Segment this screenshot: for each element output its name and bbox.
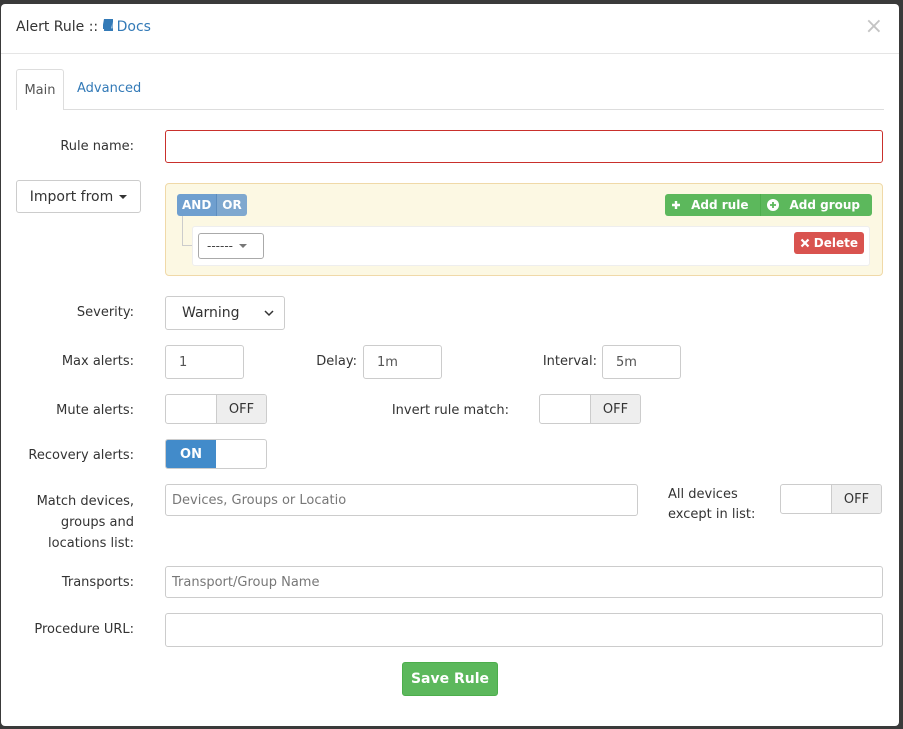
match-devices-input[interactable]: Devices, Groups or Locatio (165, 484, 638, 516)
condition-toggle-group: AND OR (177, 194, 247, 216)
alert-rule-modal: Alert Rule :: Docs × Main Advanced Rule … (1, 4, 899, 726)
rule-name-label: Rule name: (60, 139, 134, 154)
caret-down-icon (238, 244, 247, 248)
modal-title: Alert Rule :: Docs (16, 18, 151, 35)
tab-advanced[interactable]: Advanced (77, 81, 141, 96)
toggle-blank (781, 485, 831, 513)
delete-rule-button[interactable]: Delete (793, 232, 864, 254)
severity-value: Warning (182, 305, 240, 321)
close-icon[interactable]: × (865, 14, 883, 39)
toggle-state: ON (166, 440, 216, 468)
delete-label: Delete (813, 236, 858, 250)
toggle-state: OFF (216, 395, 266, 423)
modal-header: Alert Rule :: Docs × (1, 4, 899, 54)
toggle-blank (216, 440, 266, 468)
toggle-state: OFF (831, 485, 881, 513)
all-devices-except-label-line1: All devices (668, 487, 738, 502)
interval-input[interactable]: 5m (602, 345, 681, 379)
match-devices-label-line3: locations list: (48, 536, 134, 551)
rule-field-value: ------ (207, 239, 233, 253)
match-devices-label: Match devices, groups and locations list… (11, 491, 134, 554)
and-button[interactable]: AND (177, 194, 218, 216)
save-rule-button[interactable]: Save Rule (402, 662, 498, 696)
procedure-url-label: Procedure URL: (34, 622, 134, 637)
max-alerts-input[interactable]: 1 (165, 345, 244, 379)
transports-label: Transports: (61, 575, 134, 590)
severity-select[interactable]: Warning (165, 296, 285, 330)
all-devices-except-label-line2: except in list: (668, 507, 756, 522)
add-rule-button[interactable]: Add rule (665, 194, 761, 216)
match-devices-placeholder: Devices, Groups or Locatio (172, 492, 347, 508)
tab-main[interactable]: Main (16, 69, 64, 110)
recovery-alerts-toggle[interactable]: ON (165, 439, 267, 469)
toggle-state: OFF (590, 395, 640, 423)
delay-label: Delay: (316, 354, 357, 369)
delay-value: 1m (377, 354, 398, 370)
transports-placeholder: Transport/Group Name (172, 574, 320, 590)
rule-name-input[interactable] (165, 130, 883, 163)
toggle-blank (166, 395, 216, 423)
caret-down-icon (119, 194, 128, 199)
procedure-url-input[interactable] (165, 613, 883, 647)
or-button[interactable]: OR (217, 194, 247, 216)
interval-label: Interval: (542, 354, 597, 369)
query-builder-actions: Add rule Add group (665, 194, 872, 216)
add-rule-label: Add rule (685, 194, 755, 216)
toggle-blank (540, 395, 590, 423)
plus-icon (672, 201, 681, 209)
recovery-alerts-label: Recovery alerts: (28, 448, 134, 463)
match-devices-label-line2: groups and (60, 515, 134, 530)
transports-input[interactable]: Transport/Group Name (165, 566, 883, 598)
invert-rule-match-toggle[interactable]: OFF (539, 394, 641, 424)
mute-alerts-label: Mute alerts: (56, 403, 134, 418)
all-devices-except-label: All devices except in list: (668, 485, 755, 525)
rule-row: ------ Delete (192, 226, 870, 266)
delay-input[interactable]: 1m (363, 345, 442, 379)
interval-value: 5m (616, 354, 637, 370)
rule-field-select[interactable]: ------ (198, 233, 264, 259)
tabs-divider (16, 109, 884, 110)
x-icon (800, 238, 810, 248)
mute-alerts-toggle[interactable]: OFF (165, 394, 267, 424)
query-builder: AND OR Add rule Add group ------ Delete (165, 183, 883, 276)
import-from-label: Import from (29, 188, 114, 205)
docs-link-label: Docs (116, 19, 151, 35)
import-from-button[interactable]: Import from (16, 180, 141, 213)
book-icon (101, 18, 114, 34)
docs-link[interactable]: Docs (101, 18, 151, 35)
max-alerts-value: 1 (179, 354, 188, 370)
severity-label: Severity: (76, 305, 134, 320)
add-group-button[interactable]: Add group (760, 194, 872, 216)
plus-circle-icon (767, 199, 780, 211)
chevron-down-icon (264, 309, 274, 316)
max-alerts-label: Max alerts: (61, 354, 134, 369)
add-group-label: Add group (783, 194, 866, 216)
title-prefix: Alert Rule :: (16, 19, 99, 35)
invert-rule-match-label: Invert rule match: (391, 403, 509, 418)
match-devices-label-line1: Match devices, (36, 494, 134, 509)
all-devices-except-toggle[interactable]: OFF (780, 484, 882, 514)
